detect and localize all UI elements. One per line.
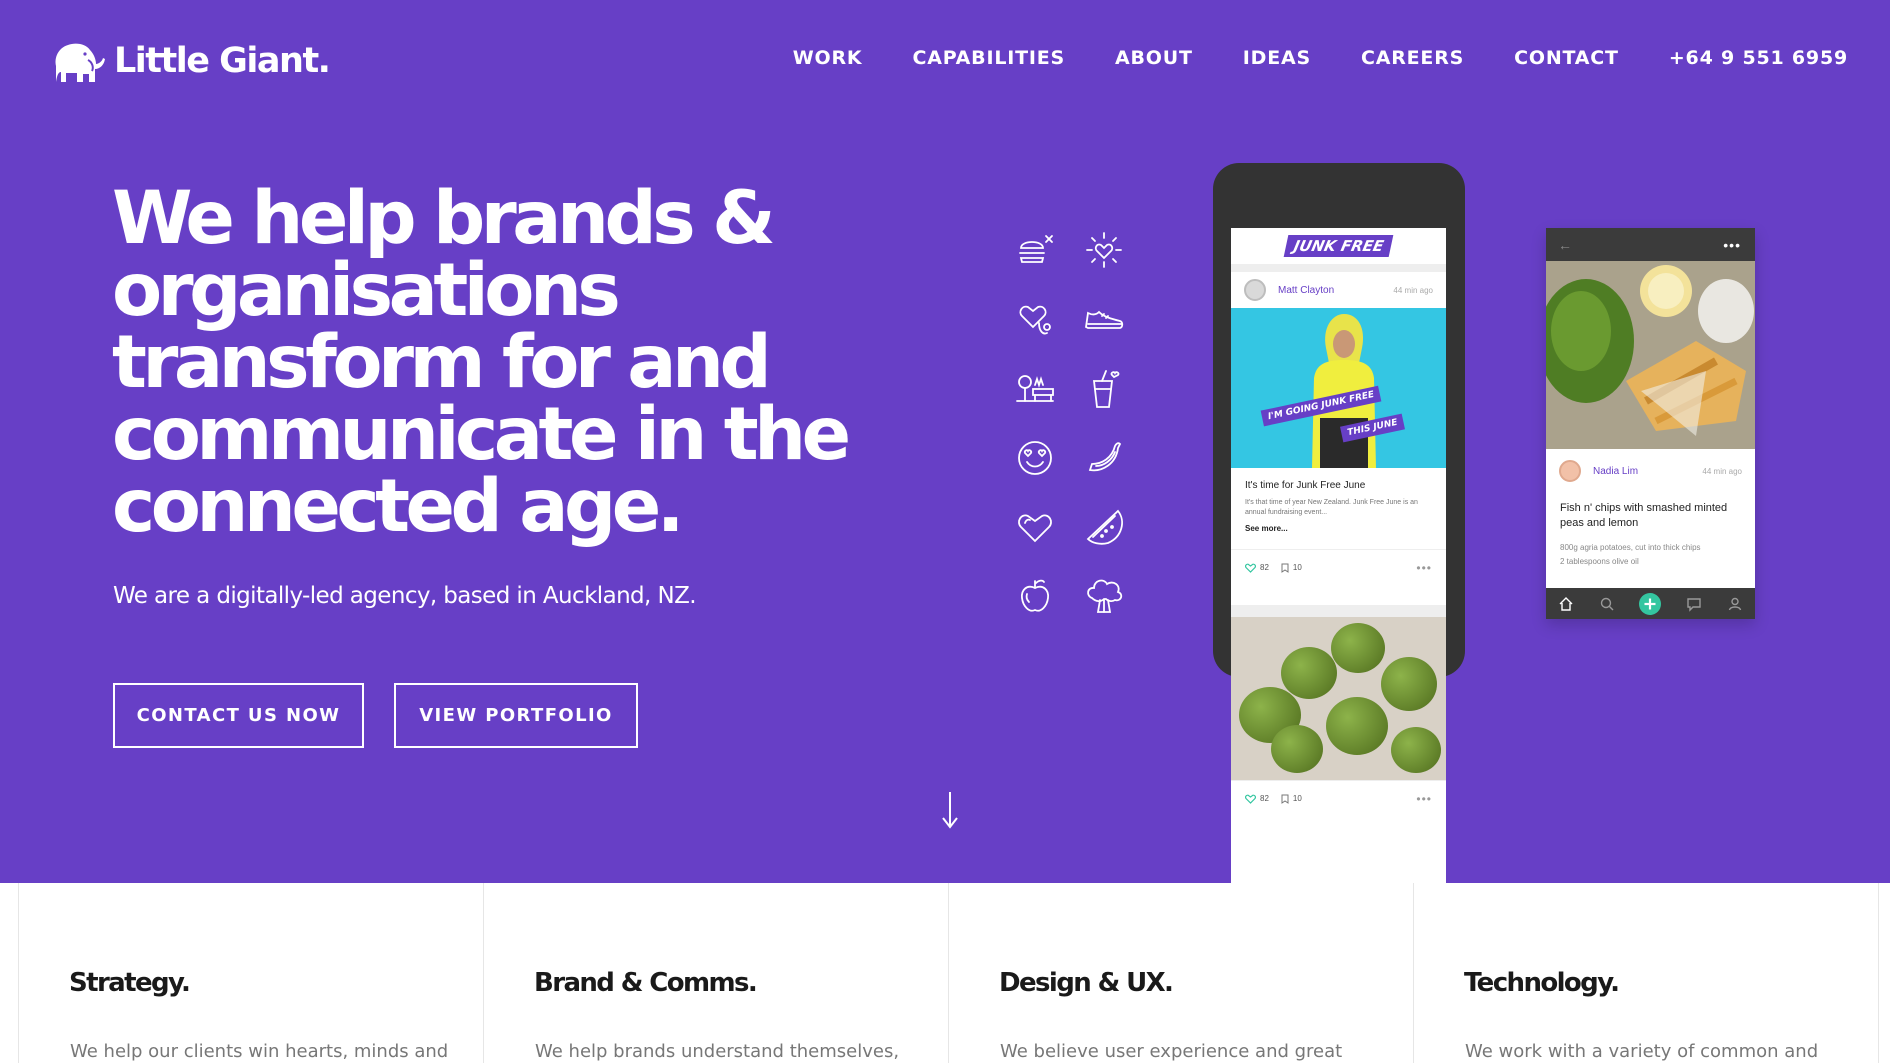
hero-subline: We are a digitally-led agency, based in … <box>113 583 697 609</box>
burger-icon <box>1013 228 1057 272</box>
ingredient-line: 2 tablespoons olive oil <box>1560 557 1639 566</box>
service-title: Technology. <box>1464 968 1620 998</box>
banana-icon <box>1082 436 1126 480</box>
comment-bookmark-icon[interactable] <box>1281 794 1289 804</box>
nav-capabilities[interactable]: CAPABILITIES <box>912 47 1065 69</box>
headline-line: connected age. <box>112 464 684 549</box>
contact-us-button[interactable]: CONTACT US NOW <box>113 683 364 748</box>
picnic-icon <box>1013 367 1057 411</box>
service-title: Brand & Comms. <box>534 968 758 998</box>
service-text: We believe user experience and great <box>1000 1041 1343 1062</box>
recipe-author-row: Nadia Lim 44 min ago <box>1546 449 1755 493</box>
like-heart-icon[interactable] <box>1245 563 1256 573</box>
chat-icon[interactable] <box>1686 596 1702 612</box>
stethoscope-heart-icon <box>1013 297 1057 341</box>
card-top-bar: ← ••• <box>1546 228 1755 261</box>
sparkle-heart-icon <box>1082 228 1126 272</box>
comment-bookmark-icon[interactable] <box>1281 563 1289 573</box>
scroll-down-arrow-icon[interactable] <box>935 790 965 830</box>
app-bottom-nav <box>1546 588 1755 619</box>
avatar[interactable] <box>1559 460 1581 482</box>
profile-icon[interactable] <box>1727 596 1743 612</box>
more-options-icon[interactable]: ••• <box>1416 792 1432 806</box>
ingredient-line: 800g agria potatoes, cut into thick chip… <box>1560 543 1701 552</box>
drink-icon <box>1082 367 1126 411</box>
heart-eyes-icon <box>1013 436 1057 480</box>
service-text: We help brands understand themselves, <box>535 1041 900 1062</box>
like-count: 82 <box>1260 563 1269 572</box>
post-header: Matt Clayton 44 min ago <box>1231 272 1446 308</box>
comment-count: 10 <box>1292 563 1302 572</box>
nav-careers[interactable]: CAREERS <box>1361 47 1464 69</box>
headline-line: communicate in the <box>112 392 851 477</box>
add-icon[interactable] <box>1639 592 1662 615</box>
headline-line: organisations <box>112 248 621 333</box>
like-count: 82 <box>1260 794 1269 803</box>
watermelon-icon <box>1082 505 1126 549</box>
recipe-author[interactable]: Nadia Lim <box>1593 466 1702 477</box>
hero-section: Little Giant. WORK CAPABILITIES ABOUT ID… <box>0 0 1890 883</box>
nav-work[interactable]: WORK <box>793 47 863 69</box>
recipe-card: ← ••• Nadia Lim 44 min ago Fish n' chips… <box>1546 228 1755 619</box>
post2-actions: 82 10 ••• <box>1231 780 1446 816</box>
home-icon[interactable] <box>1558 596 1574 612</box>
menu-dots-icon[interactable]: ••• <box>1723 237 1741 253</box>
post-time: 44 min ago <box>1393 285 1433 295</box>
post-title: It's time for Junk Free June <box>1245 480 1366 491</box>
phone-screen: JUNK FREE Matt Clayton 44 min ago I'M GO… <box>1231 228 1446 883</box>
nav-phone[interactable]: +64 9 551 6959 <box>1669 47 1848 69</box>
back-arrow-icon[interactable]: ← <box>1558 237 1572 253</box>
recipe-image[interactable] <box>1546 261 1755 449</box>
apple-icon <box>1013 574 1057 618</box>
fish-and-chips-illustration <box>1546 261 1755 449</box>
recipe-time: 44 min ago <box>1702 466 1742 476</box>
avatar[interactable] <box>1244 279 1266 301</box>
headline-line: transform for and <box>112 320 772 405</box>
nav-contact[interactable]: CONTACT <box>1514 47 1619 69</box>
view-portfolio-button[interactable]: VIEW PORTFOLIO <box>394 683 638 748</box>
service-title: Strategy. <box>69 968 191 998</box>
more-options-icon[interactable]: ••• <box>1416 561 1432 575</box>
hero-headline: We help brands & organisations transform… <box>112 176 872 549</box>
post-text: It's that time of year New Zealand. Junk… <box>1245 499 1418 516</box>
search-icon[interactable] <box>1599 596 1615 612</box>
like-heart-icon[interactable] <box>1245 794 1256 804</box>
service-strategy[interactable]: Strategy. We help our clients win hearts… <box>18 883 484 1063</box>
app-header: JUNK FREE <box>1231 228 1446 272</box>
post2-image[interactable] <box>1231 617 1446 780</box>
comment-count: 10 <box>1292 794 1302 803</box>
recipe-ingredients: 800g agria potatoes, cut into thick chip… <box>1546 531 1755 569</box>
heart-icon <box>1013 505 1057 549</box>
nav-ideas[interactable]: IDEAS <box>1243 47 1311 69</box>
mammoth-icon <box>55 43 105 82</box>
post-actions: 82 10 ••• <box>1231 549 1446 585</box>
service-text: We work with a variety of common and <box>1465 1041 1819 1062</box>
see-more-link[interactable]: See more... <box>1245 524 1432 533</box>
service-technology[interactable]: Technology. We work with a variety of co… <box>1413 883 1879 1063</box>
brand-logo[interactable]: Little Giant. <box>50 38 331 84</box>
services-section: Strategy. We help our clients win hearts… <box>0 883 1890 1063</box>
sneaker-icon <box>1082 297 1126 341</box>
service-text: We help our clients win hearts, minds an… <box>70 1041 449 1062</box>
service-title: Design & UX. <box>999 968 1174 998</box>
headline-line: We help brands & <box>112 176 776 261</box>
service-design-ux[interactable]: Design & UX. We believe user experience … <box>948 883 1414 1063</box>
main-nav: WORK CAPABILITIES ABOUT IDEAS CAREERS CO… <box>743 47 1848 69</box>
service-brand-comms[interactable]: Brand & Comms. We help brands understand… <box>483 883 949 1063</box>
brand-name: Little Giant. <box>114 41 331 81</box>
recipe-title: Fish n' chips with smashed minted peas a… <box>1560 502 1728 529</box>
post-body: It's time for Junk Free June It's that t… <box>1231 468 1446 533</box>
post-image[interactable]: I'M GOING JUNK FREE THIS JUNE <box>1231 308 1446 468</box>
junk-free-logo: JUNK FREE <box>1283 235 1394 257</box>
nav-about[interactable]: ABOUT <box>1115 47 1193 69</box>
post-author[interactable]: Matt Clayton <box>1278 285 1393 296</box>
broccoli-icon <box>1082 574 1126 618</box>
